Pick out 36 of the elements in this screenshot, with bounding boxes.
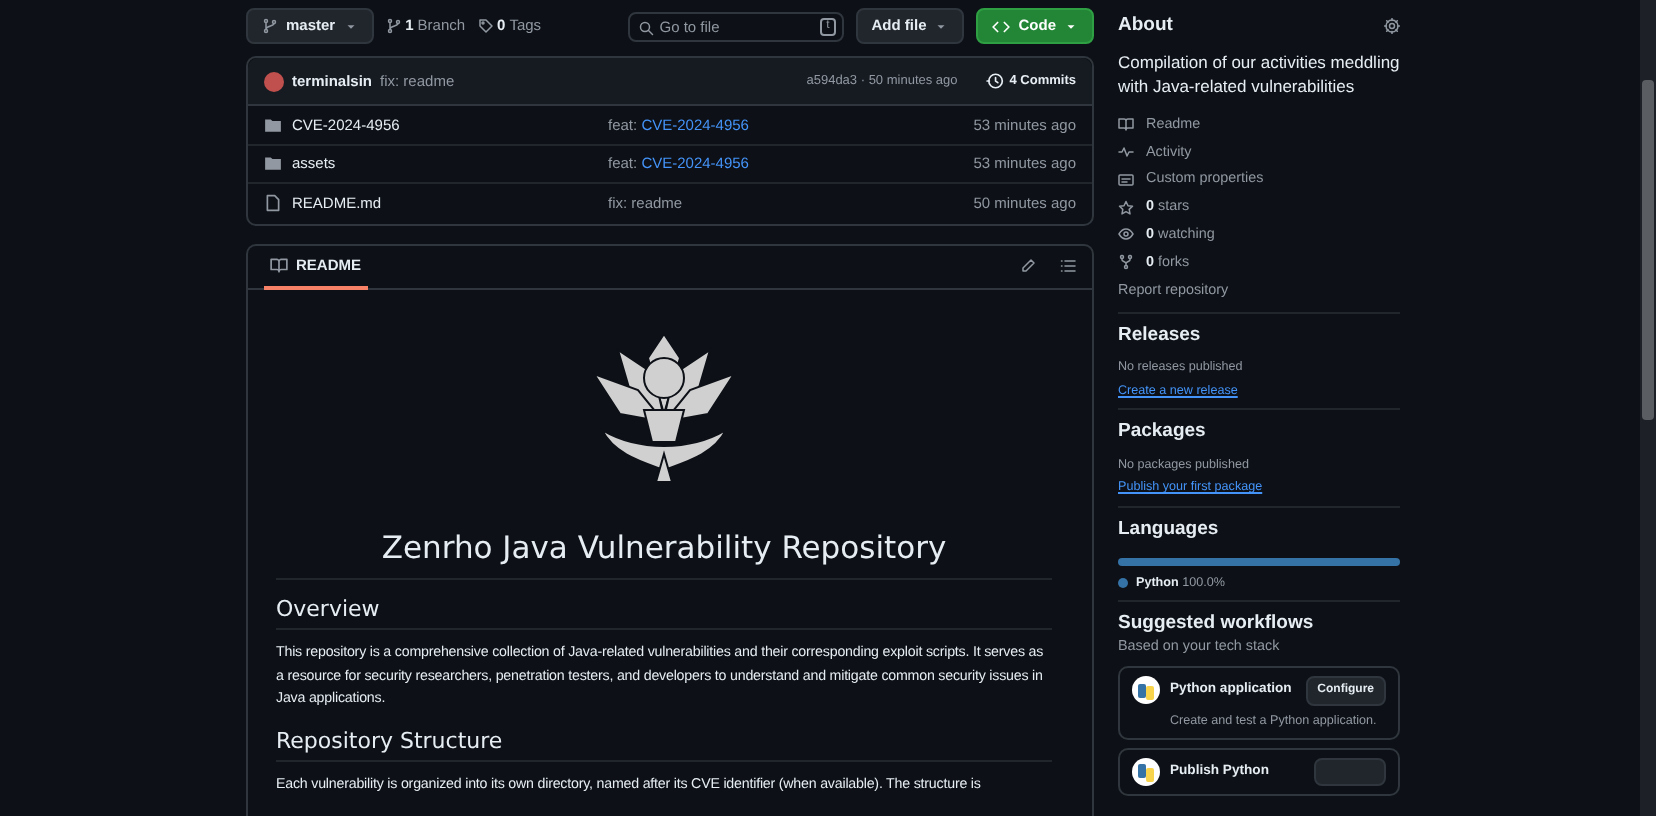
scrollbar-thumb[interactable] [1642, 80, 1654, 420]
branch-icon [385, 18, 402, 34]
history-icon [985, 72, 1004, 90]
caret-icon [934, 19, 949, 33]
caret-icon [1064, 19, 1078, 33]
repo-description: Compilation of our activities meddling with Java-related vulnerabilities [1118, 50, 1400, 99]
releases-title: Releases [1118, 323, 1203, 347]
star-icon [1118, 199, 1134, 216]
scrollbar[interactable] [1640, 0, 1656, 816]
code-icon [992, 17, 1011, 35]
about-title: About [1118, 14, 1173, 37]
file-icon [264, 194, 282, 213]
folder-icon [264, 115, 282, 134]
search-icon [637, 19, 654, 35]
note-icon [1118, 171, 1134, 188]
fork-icon [1118, 254, 1134, 271]
packages-title: Packages [1118, 420, 1208, 444]
folder-icon [264, 154, 282, 173]
list-icon[interactable] [1060, 258, 1076, 274]
tag-icon [477, 18, 494, 34]
python-logo-icon [1132, 676, 1160, 705]
book-icon [270, 256, 288, 274]
avatar [264, 71, 284, 91]
pulse-icon [1118, 144, 1134, 161]
pencil-icon[interactable] [1020, 258, 1036, 274]
workflows-title: Suggested workflows [1118, 612, 1316, 636]
readme-title: Zenrho Java Vulnerability Repository [276, 529, 1052, 581]
settings-icon[interactable] [1384, 17, 1400, 34]
caret-icon [343, 19, 358, 33]
section-heading: Repository Structure [276, 727, 1052, 762]
languages-title: Languages [1118, 517, 1221, 540]
eye-icon [1118, 226, 1134, 243]
branch-icon [262, 18, 278, 34]
section-heading: Overview [276, 596, 1052, 631]
python-logo-icon [1132, 757, 1160, 786]
book-icon [1118, 116, 1134, 133]
